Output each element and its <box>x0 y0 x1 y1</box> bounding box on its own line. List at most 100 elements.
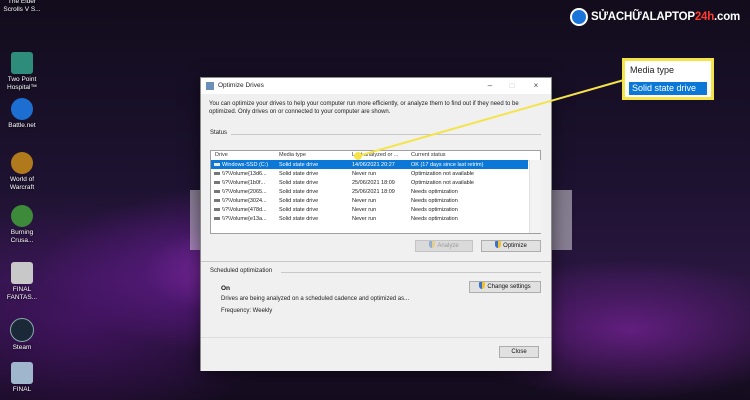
desktop-icons: The Elder Scrolls V S... Two Point Hospi… <box>0 0 44 400</box>
drives-table: Drive Media type Last analyzed or ... Cu… <box>210 150 541 234</box>
media-type: Solid state drive <box>279 206 319 213</box>
drive-icon <box>214 163 220 166</box>
analyze-label: Analyze <box>437 243 459 249</box>
change-settings-button[interactable]: Change settings <box>469 281 541 293</box>
change-settings-label: Change settings <box>487 284 531 290</box>
optimize-drives-window: Optimize Drives – □ × You can optimize y… <box>200 77 552 371</box>
drive-name: \\?\Volume{3024... <box>222 197 267 204</box>
desktop-icon-steam[interactable]: Steam <box>2 318 42 352</box>
current-status: Needs optimization <box>411 197 458 204</box>
status-divider <box>231 134 541 135</box>
site-logo: SỬACHỮALAPTOP24h.com <box>570 6 740 28</box>
current-status: Optimization not available <box>411 179 474 186</box>
last-analyzed: 25/06/2021 18:09 <box>352 179 395 186</box>
world-of-warcraft-icon <box>11 152 33 174</box>
close-window-button[interactable]: × <box>525 80 547 92</box>
media-type: Solid state drive <box>279 188 319 195</box>
schedule-state: On <box>221 285 231 292</box>
column-header-current-status[interactable]: Current status <box>411 152 446 158</box>
media-type: Solid state drive <box>279 197 319 204</box>
callout-selected-value: Solid state drive <box>629 82 707 95</box>
desktop-icon-world-of-warcraft[interactable]: World of Warcraft <box>2 152 42 191</box>
table-row[interactable]: \\?\Volume{478d... Solid state drive Nev… <box>211 205 528 214</box>
shield-icon <box>479 282 486 289</box>
desktop-icon-final-fantasy[interactable]: FINAL FANTAS... <box>2 262 42 301</box>
drive-name: Windows-SSD (C:) <box>222 161 269 168</box>
drive-name: \\?\Volume{1b0f... <box>222 179 266 186</box>
media-type: Solid state drive <box>279 161 319 168</box>
two-point-hospital-icon <box>11 52 33 74</box>
logo-text: SỬACHỮALAPTOP24h.com <box>591 11 741 23</box>
steam-icon <box>10 318 34 342</box>
desktop-icon-final[interactable]: FINAL <box>2 362 42 394</box>
drive-icon <box>214 208 220 211</box>
desktop-icon-label: Steam <box>12 344 32 351</box>
maximize-button[interactable]: □ <box>501 80 523 92</box>
drive-name: \\?\Volume{2065... <box>222 188 267 195</box>
last-analyzed: 14/06/2021 20:27 <box>352 161 395 168</box>
current-status: Needs optimization <box>411 206 458 213</box>
table-row[interactable]: \\?\Volume{1b0f... Solid state drive 25/… <box>211 178 528 187</box>
scheduled-optimization-label: Scheduled optimization <box>210 268 273 274</box>
callout-header: Media type <box>630 65 675 75</box>
app-icon <box>206 82 214 90</box>
final-icon <box>11 362 33 384</box>
shield-icon <box>495 241 502 248</box>
desktop-icon-battlenet[interactable]: Battle.net <box>2 98 42 130</box>
section-divider <box>201 261 551 262</box>
last-analyzed: Never run <box>352 206 377 213</box>
drive-icon <box>214 199 220 202</box>
media-type: Solid state drive <box>279 170 319 177</box>
media-type: Solid state drive <box>279 215 319 222</box>
desktop-icon-label: Battle.net <box>8 122 36 129</box>
drive-name: \\?\Volume{13d6... <box>222 170 267 177</box>
desktop-icon-label: World of Warcraft <box>9 176 35 191</box>
shield-icon <box>429 241 436 248</box>
desktop-icon-label: Two Point Hospital™ <box>7 76 37 91</box>
last-analyzed: Never run <box>352 170 377 177</box>
title-bar: Optimize Drives – □ × <box>201 78 551 94</box>
optimize-button[interactable]: Optimize <box>481 240 541 252</box>
analyze-button[interactable]: Analyze <box>415 240 473 252</box>
schedule-description: Drives are being analyzed on a scheduled… <box>221 296 410 302</box>
table-row[interactable]: \\?\Volume{13d6... Solid state drive Nev… <box>211 169 528 178</box>
battlenet-icon <box>11 98 33 120</box>
desktop-icon-label: FINAL <box>12 386 32 393</box>
table-scrollbar[interactable] <box>529 160 541 233</box>
last-analyzed: Never run <box>352 215 377 222</box>
minimize-button[interactable]: – <box>479 80 501 92</box>
current-status: OK (17 days since last retrim) <box>411 161 484 168</box>
table-row[interactable]: \\?\Volume{e13a... Solid state drive Nev… <box>211 214 528 223</box>
column-header-last-analyzed[interactable]: Last analyzed or ... <box>352 152 398 158</box>
desktop-icon-two-point-hospital[interactable]: Two Point Hospital™ <box>2 52 42 91</box>
column-header-drive[interactable]: Drive <box>215 152 228 158</box>
drive-name: \\?\Volume{478d... <box>222 206 267 213</box>
intro-text: You can optimize your drives to help you… <box>209 101 519 115</box>
media-type: Solid state drive <box>279 179 319 186</box>
final-fantasy-icon <box>11 262 33 284</box>
schedule-frequency: Frequency: Weekly <box>221 308 273 314</box>
table-row[interactable]: Windows-SSD (C:) Solid state drive 14/06… <box>211 160 528 169</box>
drive-icon <box>214 190 220 193</box>
table-row[interactable]: \\?\Volume{2065... Solid state drive 25/… <box>211 187 528 196</box>
desktop-icon-label: FINAL FANTAS... <box>6 286 38 301</box>
status-label: Status <box>210 130 228 136</box>
close-button[interactable]: Close <box>499 346 539 358</box>
desktop-icon-elder-scrolls[interactable]: The Elder Scrolls V S... <box>2 0 42 13</box>
table-row[interactable]: \\?\Volume{3024... Solid state drive Nev… <box>211 196 528 205</box>
current-status: Needs optimization <box>411 215 458 222</box>
optimize-label: Optimize <box>503 243 527 249</box>
logo-badge-icon <box>570 8 588 26</box>
burning-crusade-icon <box>11 205 33 227</box>
desktop-icon-label: Burning Crusa... <box>10 229 34 244</box>
column-header-media-type[interactable]: Media type <box>279 152 306 158</box>
drive-icon <box>214 217 220 220</box>
last-analyzed: Never run <box>352 197 377 204</box>
media-type-callout: Media type Solid state drive <box>622 58 714 100</box>
drive-name: \\?\Volume{e13a... <box>222 215 267 222</box>
last-analyzed: 25/06/2021 18:09 <box>352 188 395 195</box>
drive-icon <box>214 181 220 184</box>
desktop-icon-burning-crusade[interactable]: Burning Crusa... <box>2 205 42 244</box>
current-status: Optimization not available <box>411 170 474 177</box>
desktop-icon-label: The Elder Scrolls V S... <box>3 0 41 13</box>
